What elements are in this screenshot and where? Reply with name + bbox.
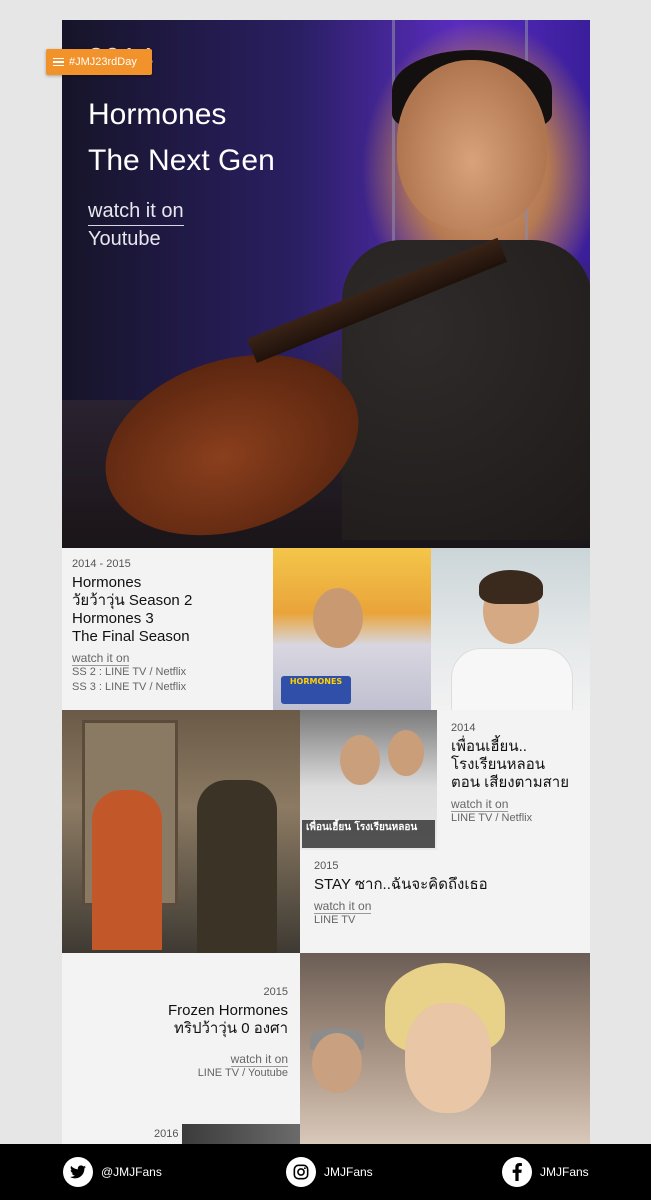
facebook-link[interactable]: JMJFans: [502, 1157, 589, 1187]
frozen-hormones-photo: [300, 953, 590, 1144]
hero-banner: 2014 Hormones The Next Gen watch it on Y…: [62, 20, 590, 548]
social-footer: @JMJFans JMJFans JMJFans: [0, 1144, 651, 1200]
entry-ghost-school: 2014 เพื่อนเฮี้ยน.. โรงเรียนหลอน ตอน เสี…: [451, 722, 586, 826]
watch-link[interactable]: watch it on: [314, 899, 584, 914]
entry-2016-photo: [182, 1124, 300, 1144]
stay-movie-photo: [62, 710, 300, 953]
timeline-page: 2014 Hormones The Next Gen watch it on Y…: [62, 20, 590, 1144]
instagram-link[interactable]: JMJFans: [286, 1157, 373, 1187]
entry-title: Frozen Hormones ทริปว้าวุ่น 0 องศา: [167, 1002, 288, 1037]
ghost-school-photo: เพื่อนเฮี้ยน โรงเรียนหลอน: [300, 710, 437, 850]
entry-title: STAY ซาก..ฉันจะคิดถึงเธอ: [314, 876, 488, 893]
watch-link[interactable]: watch it on: [451, 797, 586, 812]
watch-link[interactable]: watch it on: [72, 1052, 288, 1067]
hormones-s2-photo: HORMONES: [273, 548, 431, 710]
entry-stay: 2015 STAY ซาก..ฉันจะคิดถึงเธอ watch it o…: [314, 860, 584, 928]
hero-watch-link[interactable]: watch it on Youtube: [88, 198, 275, 252]
entry-hormones-s2-s3: 2014 - 2015 Hormones วัยว้าวุ่น Season 2…: [72, 558, 267, 695]
hormones-s3-photo: [431, 548, 590, 710]
facebook-icon: [502, 1157, 532, 1187]
hashtag-label: #JMJ23rdDay: [69, 56, 137, 68]
menu-icon: [53, 56, 64, 69]
instagram-icon: [286, 1157, 316, 1187]
entry-title: เพื่อนเฮี้ยน.. โรงเรียนหลอน ตอน เสียงตาม…: [451, 738, 569, 791]
entry-frozen-hormones: 2015 Frozen Hormones ทริปว้าวุ่น 0 องศา …: [72, 986, 288, 1081]
twitter-link[interactable]: @JMJFans: [63, 1157, 162, 1187]
entry-title: Hormones วัยว้าวุ่น Season 2 Hormones 3 …: [72, 574, 193, 645]
hashtag-button[interactable]: #JMJ23rdDay: [46, 49, 152, 75]
watch-link[interactable]: watch it on: [72, 651, 267, 666]
hero-person-face: [397, 60, 547, 230]
twitter-icon: [63, 1157, 93, 1187]
hero-title: Hormones The Next Gen: [88, 98, 275, 177]
